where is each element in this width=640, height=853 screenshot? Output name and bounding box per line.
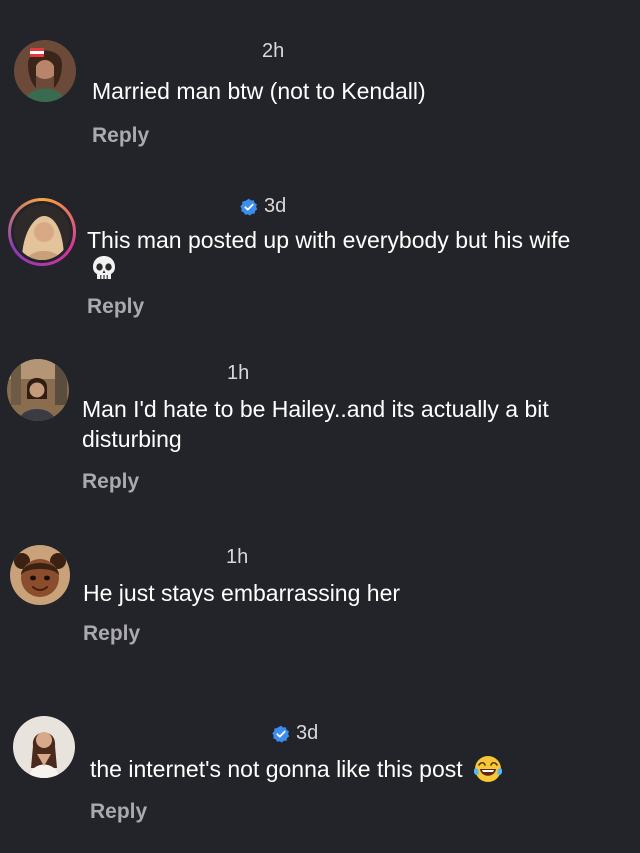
avatar[interactable] xyxy=(13,716,75,778)
comment-timestamp: 3d xyxy=(272,722,318,745)
comment-text: He just stays embarrassing her xyxy=(83,580,401,606)
reply-button[interactable]: Reply xyxy=(82,470,139,494)
reply-button[interactable]: Reply xyxy=(83,622,140,646)
timestamp-text: 2h xyxy=(262,40,285,62)
skull-icon xyxy=(93,256,115,279)
reply-button[interactable]: Reply xyxy=(90,800,147,824)
avatar[interactable] xyxy=(7,359,69,421)
comment-text: the internet's not gonna like this post xyxy=(90,754,503,785)
avatar[interactable] xyxy=(10,545,70,605)
comment-text-content: the internet's not gonna like this post xyxy=(90,756,463,782)
timestamp-text: 1h xyxy=(226,546,249,568)
comment-timestamp: 1h xyxy=(227,362,249,385)
avatar-photo-icon xyxy=(7,359,69,421)
avatar-photo-icon xyxy=(14,204,70,260)
avatar-photo-icon xyxy=(13,716,75,778)
avatar[interactable] xyxy=(14,40,76,102)
comment-timestamp: 1h xyxy=(226,546,248,569)
avatar-bitmoji-icon xyxy=(10,545,70,605)
comment-timestamp: 2h xyxy=(262,40,284,63)
timestamp-text: 3d xyxy=(264,195,287,217)
laughing-tears-emoji xyxy=(473,755,503,782)
timestamp-text: 3d xyxy=(296,722,319,744)
reply-button[interactable]: Reply xyxy=(92,124,149,148)
comment-text: This man posted up with everybody but hi… xyxy=(87,227,571,253)
avatar-photo-icon xyxy=(14,40,76,102)
comment-text-line-1: Man I'd hate to be Hailey..and its actua… xyxy=(82,396,549,422)
reply-button[interactable]: Reply xyxy=(87,295,144,319)
verified-badge-icon xyxy=(240,198,258,216)
verified-badge-icon xyxy=(272,725,290,743)
skull-emoji xyxy=(90,254,118,287)
avatar-with-story-ring[interactable] xyxy=(8,198,76,266)
comment-text: Married man btw (not to Kendall) xyxy=(92,78,426,104)
comment-text-line-2: disturbing xyxy=(82,426,182,452)
timestamp-text: 1h xyxy=(227,362,250,384)
comment-timestamp: 3d xyxy=(240,195,286,218)
